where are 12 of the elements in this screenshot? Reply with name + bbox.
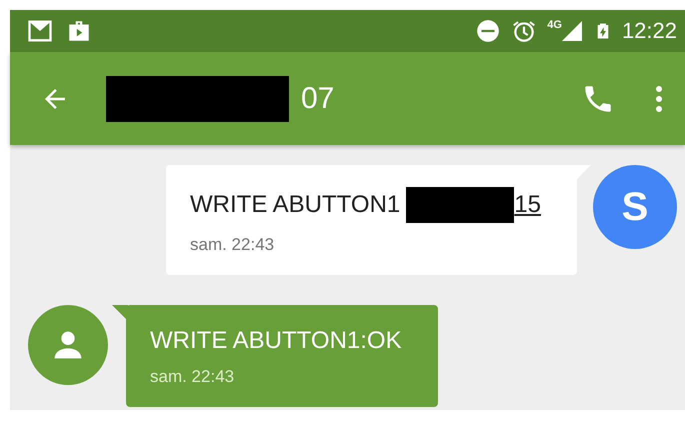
message-text: WRITE ABUTTON1 — [190, 191, 400, 219]
message-time: sam. 22:43 — [190, 235, 276, 255]
message-text: WRITE ABUTTON1:OK — [150, 327, 402, 355]
more-options-icon[interactable] — [655, 84, 663, 112]
signal-icon — [560, 19, 584, 43]
network-type: 4G — [547, 19, 562, 31]
clock: 12:22 — [622, 18, 677, 44]
do-not-disturb-icon — [475, 18, 502, 44]
conversation-title: 07 — [301, 82, 334, 116]
contact-avatar[interactable]: S — [593, 165, 677, 249]
message-time: sam. 22:43 — [150, 367, 236, 387]
phone-link[interactable]: 15 — [514, 191, 541, 219]
